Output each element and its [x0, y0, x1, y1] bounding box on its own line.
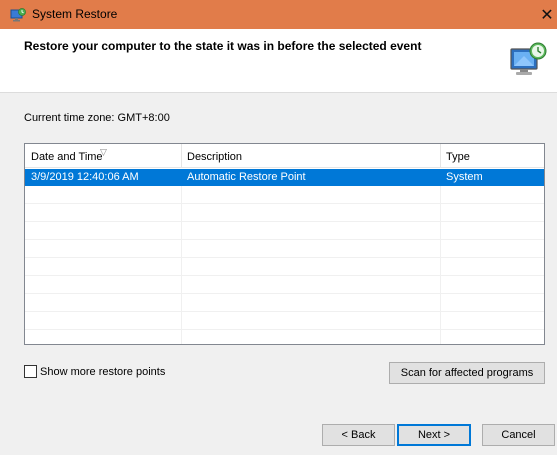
list-header: ▽ Date and Time Description Type: [25, 144, 544, 168]
cell-description: Automatic Restore Point: [187, 171, 306, 183]
header-title: Restore your computer to the state it wa…: [24, 39, 422, 53]
empty-row: [25, 223, 544, 240]
header-divider: [0, 92, 557, 93]
column-header-date-label: Date and Time: [31, 151, 103, 163]
empty-row: [25, 187, 544, 204]
close-button[interactable]: ✕: [537, 0, 557, 29]
column-header-type[interactable]: Type: [440, 144, 544, 168]
empty-row: [25, 295, 544, 312]
empty-row: [25, 259, 544, 276]
empty-row: [25, 277, 544, 294]
empty-row: [25, 241, 544, 258]
empty-row: [25, 313, 544, 330]
restore-points-list[interactable]: ▽ Date and Time Description Type 3/9/201…: [24, 143, 545, 345]
next-button[interactable]: Next >: [397, 424, 471, 446]
column-header-type-label: Type: [446, 151, 470, 163]
checkbox-box[interactable]: [24, 365, 37, 378]
show-more-restore-points-label: Show more restore points: [40, 365, 166, 378]
system-restore-icon: [10, 8, 26, 22]
time-zone-label: Current time zone: GMT+8:00: [24, 112, 170, 124]
cell-type: System: [446, 171, 483, 183]
column-header-description-label: Description: [187, 151, 243, 163]
wizard-header: Restore your computer to the state it wa…: [0, 29, 557, 92]
column-header-description[interactable]: Description: [181, 144, 441, 168]
back-button[interactable]: < Back: [322, 424, 395, 446]
cancel-button[interactable]: Cancel: [482, 424, 555, 446]
footer-divider: [0, 410, 557, 411]
title-bar: System Restore ✕: [0, 0, 557, 29]
empty-row: [25, 331, 544, 344]
column-header-date[interactable]: ▽ Date and Time: [25, 144, 181, 168]
empty-row: [25, 205, 544, 222]
sort-indicator-icon: ▽: [100, 147, 107, 157]
window-title: System Restore: [32, 7, 118, 21]
scan-affected-programs-button[interactable]: Scan for affected programs: [389, 362, 545, 384]
show-more-restore-points-checkbox[interactable]: Show more restore points: [24, 365, 165, 378]
close-icon: ✕: [540, 6, 554, 24]
cell-date: 3/9/2019 12:40:06 AM: [31, 171, 139, 183]
table-row[interactable]: 3/9/2019 12:40:06 AM Automatic Restore P…: [25, 169, 544, 186]
restore-computer-icon: [510, 42, 547, 75]
